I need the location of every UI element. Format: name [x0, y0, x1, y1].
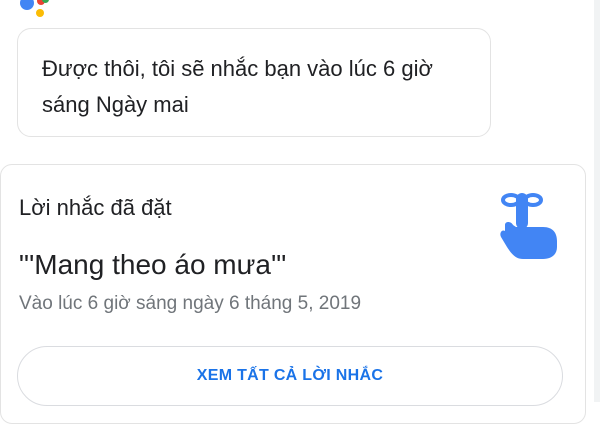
- reminder-card-heading: Lời nhắc đã đặt: [19, 195, 172, 220]
- assistant-dot-blue: [20, 0, 34, 10]
- finger-with-string-reminder-icon: [500, 193, 557, 259]
- view-all-reminders-button[interactable]: XEM TẤT CẢ LỜI NHẮC: [17, 346, 563, 406]
- assistant-dot-yellow: [36, 9, 44, 17]
- reminder-card: Lời nhắc đã đặt "'Mang theo áo mưa'" Vào…: [0, 164, 586, 424]
- reminder-title: "'Mang theo áo mưa'": [19, 249, 287, 280]
- assistant-reply-bubble: Được thôi, tôi sẽ nhắc bạn vào lúc 6 giờ…: [17, 28, 491, 137]
- google-assistant-logo-icon: [20, 0, 60, 24]
- assistant-dot-green: [42, 0, 49, 3]
- screen-edge: [594, 0, 600, 402]
- reminder-time: Vào lúc 6 giờ sáng ngày 6 tháng 5, 2019: [19, 293, 362, 314]
- assistant-reply-text: Được thôi, tôi sẽ nhắc bạn vào lúc 6 giờ…: [42, 56, 433, 117]
